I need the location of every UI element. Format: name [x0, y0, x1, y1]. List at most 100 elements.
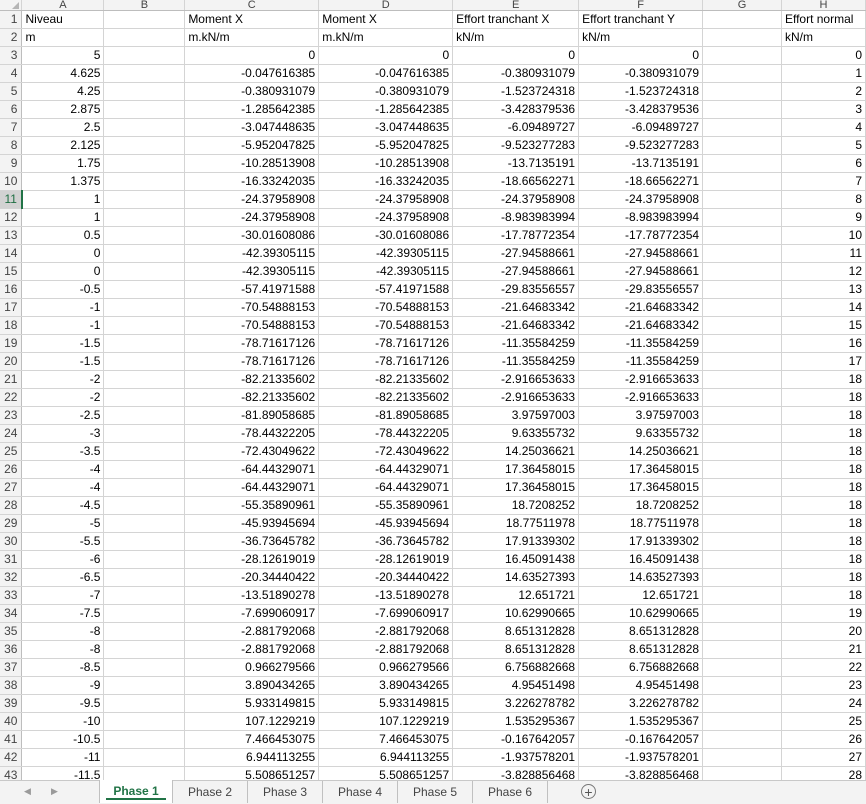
cell-c12[interactable]: -24.37958908 — [184, 208, 320, 227]
cell-h2[interactable]: kN/m — [781, 28, 866, 47]
cell-f29[interactable]: 18.77511978 — [578, 514, 704, 533]
cell-e19[interactable]: -11.35584259 — [452, 334, 580, 353]
cell-b43[interactable] — [103, 766, 186, 780]
cell-e43[interactable]: -3.828856468 — [452, 766, 580, 780]
row-header[interactable]: 6 — [0, 100, 23, 119]
cell-a30[interactable]: -5.5 — [21, 532, 105, 551]
cell-f14[interactable]: -27.94588661 — [578, 244, 704, 263]
cell-d13[interactable]: -30.01608086 — [318, 226, 454, 245]
row-header[interactable]: 43 — [0, 766, 23, 780]
cell-f37[interactable]: 6.756882668 — [578, 658, 704, 677]
cell-e30[interactable]: 17.91339302 — [452, 532, 580, 551]
cell-a1[interactable]: Niveau — [21, 10, 105, 29]
cell-a34[interactable]: -7.5 — [21, 604, 105, 623]
cell-b10[interactable] — [103, 172, 186, 191]
cell-h38[interactable]: 23 — [781, 676, 866, 695]
cell-f26[interactable]: 17.36458015 — [578, 460, 704, 479]
cell-b22[interactable] — [103, 388, 186, 407]
cell-e14[interactable]: -27.94588661 — [452, 244, 580, 263]
cell-c11[interactable]: -24.37958908 — [184, 190, 320, 209]
row-header[interactable]: 8 — [0, 136, 23, 155]
row-header[interactable]: 35 — [0, 622, 23, 641]
cell-b28[interactable] — [103, 496, 186, 515]
cell-d21[interactable]: -82.21335602 — [318, 370, 454, 389]
cell-h21[interactable]: 18 — [781, 370, 866, 389]
select-all-corner[interactable] — [0, 0, 23, 11]
cell-h42[interactable]: 27 — [781, 748, 866, 767]
cell-f40[interactable]: 1.535295367 — [578, 712, 704, 731]
cell-d10[interactable]: -16.33242035 — [318, 172, 454, 191]
cell-h26[interactable]: 18 — [781, 460, 866, 479]
cell-f1[interactable]: Effort tranchant Y — [578, 10, 704, 29]
cell-e23[interactable]: 3.97597003 — [452, 406, 580, 425]
cell-f6[interactable]: -3.428379536 — [578, 100, 704, 119]
cell-f17[interactable]: -21.64683342 — [578, 298, 704, 317]
cell-a40[interactable]: -10 — [21, 712, 105, 731]
cell-h27[interactable]: 18 — [781, 478, 866, 497]
row-header[interactable]: 37 — [0, 658, 23, 677]
cell-e1[interactable]: Effort tranchant X — [452, 10, 580, 29]
cell-a15[interactable]: 0 — [21, 262, 105, 281]
cell-a39[interactable]: -9.5 — [21, 694, 105, 713]
cell-c6[interactable]: -1.285642385 — [184, 100, 320, 119]
cell-e33[interactable]: 12.651721 — [452, 586, 580, 605]
cell-e41[interactable]: -0.167642057 — [452, 730, 580, 749]
cell-g11[interactable] — [702, 190, 782, 209]
cell-h32[interactable]: 18 — [781, 568, 866, 587]
cell-g3[interactable] — [702, 46, 782, 65]
cell-g1[interactable] — [702, 10, 782, 29]
cell-c40[interactable]: 107.1229219 — [184, 712, 320, 731]
cell-d8[interactable]: -5.952047825 — [318, 136, 454, 155]
cell-h7[interactable]: 4 — [781, 118, 866, 137]
cell-c42[interactable]: 6.944113255 — [184, 748, 320, 767]
cell-e40[interactable]: 1.535295367 — [452, 712, 580, 731]
cell-f21[interactable]: -2.916653633 — [578, 370, 704, 389]
cell-e35[interactable]: 8.651312828 — [452, 622, 580, 641]
cell-e7[interactable]: -6.09489727 — [452, 118, 580, 137]
row-header[interactable]: 39 — [0, 694, 23, 713]
cell-c7[interactable]: -3.047448635 — [184, 118, 320, 137]
cell-e37[interactable]: 6.756882668 — [452, 658, 580, 677]
cell-g20[interactable] — [702, 352, 782, 371]
cell-d33[interactable]: -13.51890278 — [318, 586, 454, 605]
cell-b40[interactable] — [103, 712, 186, 731]
cell-b29[interactable] — [103, 514, 186, 533]
cell-a26[interactable]: -4 — [21, 460, 105, 479]
row-header[interactable]: 41 — [0, 730, 23, 749]
row-header[interactable]: 22 — [0, 388, 23, 407]
cell-g40[interactable] — [702, 712, 782, 731]
cell-b4[interactable] — [103, 64, 186, 83]
cell-g35[interactable] — [702, 622, 782, 641]
row-header[interactable]: 17 — [0, 298, 23, 317]
cell-a28[interactable]: -4.5 — [21, 496, 105, 515]
cell-c19[interactable]: -78.71617126 — [184, 334, 320, 353]
cell-c17[interactable]: -70.54888153 — [184, 298, 320, 317]
cell-a37[interactable]: -8.5 — [21, 658, 105, 677]
cell-d30[interactable]: -36.73645782 — [318, 532, 454, 551]
cell-c41[interactable]: 7.466453075 — [184, 730, 320, 749]
cell-a2[interactable]: m — [21, 28, 105, 47]
cell-e18[interactable]: -21.64683342 — [452, 316, 580, 335]
cell-d37[interactable]: 0.966279566 — [318, 658, 454, 677]
cell-e27[interactable]: 17.36458015 — [452, 478, 580, 497]
cell-c36[interactable]: -2.881792068 — [184, 640, 320, 659]
cell-b21[interactable] — [103, 370, 186, 389]
cell-b7[interactable] — [103, 118, 186, 137]
cell-e24[interactable]: 9.63355732 — [452, 424, 580, 443]
column-header-d[interactable]: D — [318, 0, 454, 11]
column-header-b[interactable]: B — [103, 0, 186, 11]
cell-h18[interactable]: 15 — [781, 316, 866, 335]
row-header[interactable]: 32 — [0, 568, 23, 587]
cell-d4[interactable]: -0.047616385 — [318, 64, 454, 83]
cell-g38[interactable] — [702, 676, 782, 695]
row-header[interactable]: 29 — [0, 514, 23, 533]
cell-b11[interactable] — [103, 190, 186, 209]
row-header[interactable]: 9 — [0, 154, 23, 173]
cell-c18[interactable]: -70.54888153 — [184, 316, 320, 335]
cell-f41[interactable]: -0.167642057 — [578, 730, 704, 749]
row-header[interactable]: 26 — [0, 460, 23, 479]
cell-f7[interactable]: -6.09489727 — [578, 118, 704, 137]
cell-e26[interactable]: 17.36458015 — [452, 460, 580, 479]
cell-e12[interactable]: -8.983983994 — [452, 208, 580, 227]
cell-d15[interactable]: -42.39305115 — [318, 262, 454, 281]
